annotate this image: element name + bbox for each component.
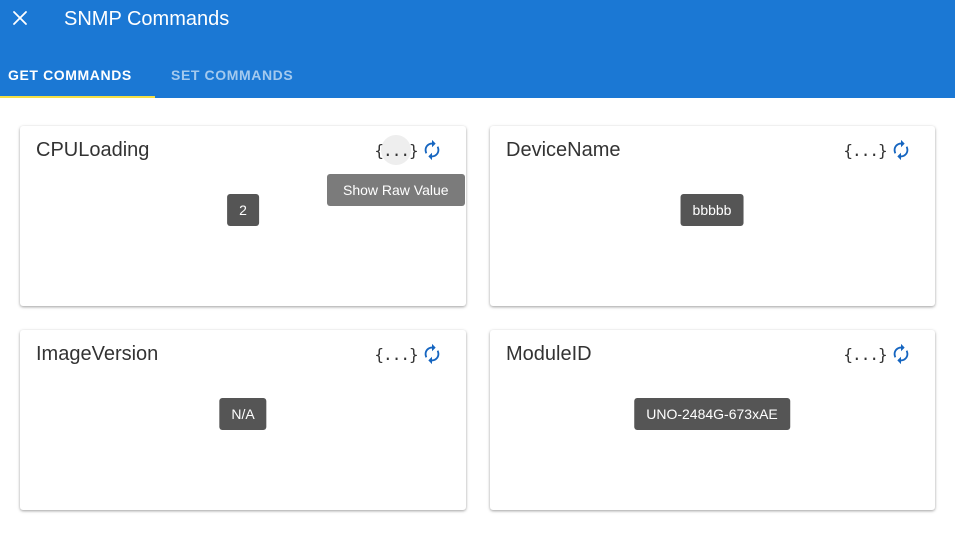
code-braces-icon: {...} (843, 344, 887, 364)
refresh-icon (893, 343, 909, 365)
code-braces-icon: {...} (374, 140, 418, 160)
code-braces-icon: {...} (374, 344, 418, 364)
card-title: CPULoading (36, 139, 150, 161)
value-chip: UNO-2484G-673xAE (634, 398, 790, 430)
tab-bar: GET COMMANDS SET COMMANDS (0, 52, 955, 98)
command-card-imageversion: ImageVersion {...} N/A (20, 330, 466, 510)
close-icon (13, 11, 27, 25)
value-chip: 2 (227, 194, 259, 226)
value-chip: bbbbb (680, 194, 744, 226)
show-raw-value-button[interactable]: {...} (374, 135, 419, 165)
refresh-button[interactable] (417, 135, 447, 165)
card-title: DeviceName (506, 139, 621, 161)
refresh-icon (424, 343, 440, 365)
command-card-moduleid: ModuleID {...} UNO-2484G-673xAE (490, 330, 935, 510)
command-card-devicename: DeviceName {...} bbbbb (490, 126, 935, 306)
tooltip: Show Raw Value (327, 174, 465, 206)
tab-get-commands[interactable]: GET COMMANDS (0, 52, 155, 98)
close-button[interactable] (8, 6, 32, 30)
page-title: SNMP Commands (64, 8, 230, 30)
show-raw-value-button[interactable]: {...} (843, 339, 887, 369)
refresh-icon (424, 139, 440, 161)
app-bar: SNMP Commands GET COMMANDS SET COMMANDS (0, 0, 955, 98)
show-raw-value-button[interactable]: {...} (843, 135, 887, 165)
card-title: ImageVersion (36, 343, 159, 365)
show-raw-value-button[interactable]: {...} (374, 339, 418, 369)
value-chip: N/A (219, 398, 267, 430)
card-title: ModuleID (506, 343, 592, 365)
command-card-cpuloading: CPULoading {...} 2 (20, 126, 466, 306)
refresh-icon (893, 139, 909, 161)
refresh-button[interactable] (417, 339, 447, 369)
refresh-button[interactable] (886, 339, 916, 369)
refresh-button[interactable] (886, 135, 916, 165)
tab-set-commands[interactable]: SET COMMANDS (155, 52, 301, 98)
code-braces-icon: {...} (843, 140, 887, 160)
